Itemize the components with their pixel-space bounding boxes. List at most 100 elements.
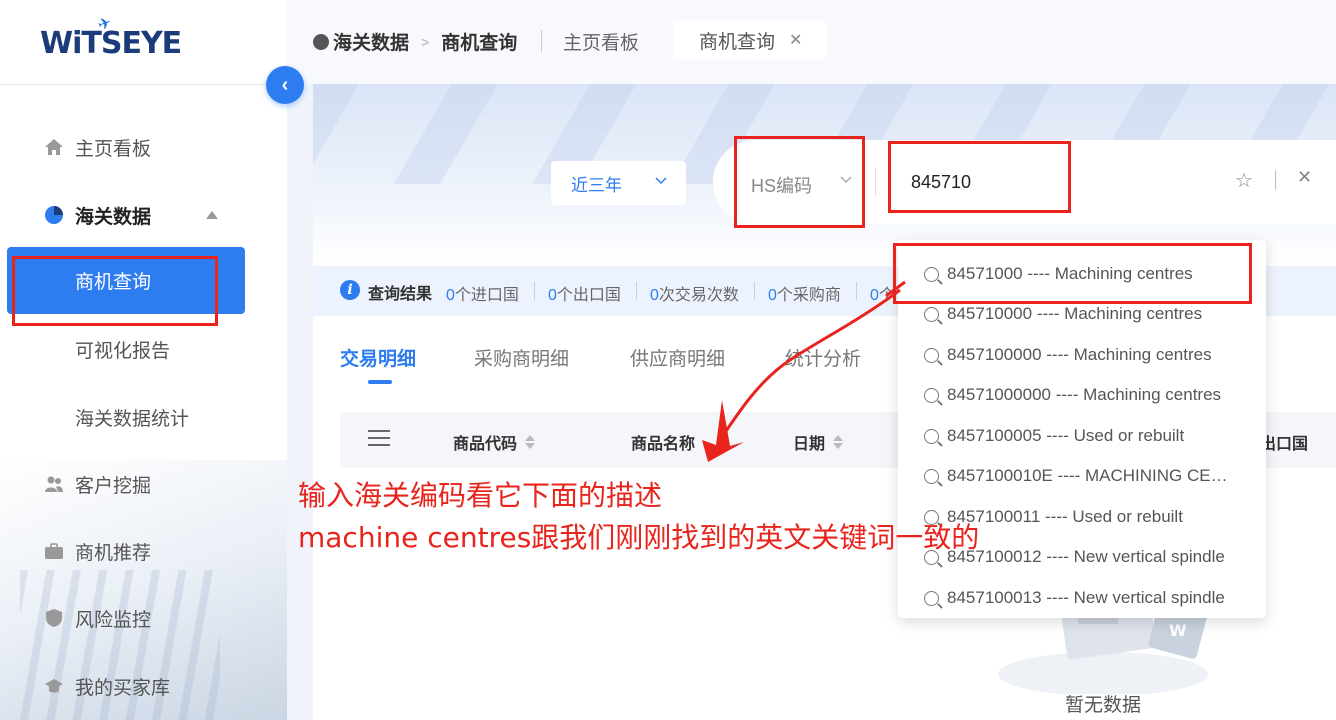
stat-suppliers: 0个 — [870, 281, 895, 305]
chevron-down-icon — [654, 173, 668, 190]
sidebar-item-dashboard[interactable]: 主页看板 — [0, 121, 287, 173]
search-icon — [924, 428, 939, 444]
suggestion-item[interactable]: 84571000000 ---- Machining centres — [898, 375, 1266, 415]
tab-opportunity-query[interactable]: 商机查询 ✕ — [673, 21, 827, 59]
stat-exporting-countries: 0个出口国 — [548, 281, 621, 305]
close-icon[interactable]: ✕ — [789, 30, 802, 50]
stat-transactions: 0次交易次数 — [650, 281, 739, 305]
sidebar-item-label: 风险监控 — [75, 609, 152, 631]
stat-importing-countries: 0个进口国 — [446, 281, 519, 305]
stat-label: 个采购商 — [776, 287, 841, 304]
column-label: 出口国 — [1260, 436, 1309, 453]
stat-number: 0 — [650, 287, 659, 304]
column-date[interactable]: 日期 — [793, 430, 844, 454]
search-icon — [924, 347, 939, 363]
graduation-cap-icon — [43, 675, 65, 697]
column-label: 商品名称 — [631, 436, 696, 453]
column-product-code[interactable]: 商品代码 — [453, 430, 536, 454]
pie-chart-icon — [43, 204, 65, 226]
svg-text:W: W — [1169, 621, 1187, 640]
breadcrumb-item: 商机查询 — [441, 33, 518, 54]
divider — [754, 282, 755, 300]
sidebar-item-opportunity-recommend[interactable]: 商机推荐 — [0, 525, 287, 577]
search-icon — [924, 306, 939, 322]
suggestion-item[interactable]: 8457100005 ---- Used or rebuilt — [898, 416, 1266, 456]
users-icon — [43, 473, 65, 495]
annotation-text-line1: 输入海关编码看它下面的描述 — [298, 479, 663, 512]
sidebar-item-visual-report[interactable]: 可视化报告 — [0, 323, 287, 375]
menu-icon[interactable] — [368, 430, 390, 448]
sidebar-item-customs-stats[interactable]: 海关数据统计 — [0, 391, 287, 443]
annotation-box-hs-type — [734, 136, 865, 228]
divider — [534, 282, 535, 300]
sidebar: WiTSEYE ✈ 主页看板 海关数据 商机查询 可视化报告 海关数据统计 客户… — [0, 0, 287, 720]
annotation-box-nav — [12, 256, 218, 326]
divider — [1275, 170, 1276, 190]
stat-label: 个进口国 — [454, 287, 519, 304]
stat-buyers: 0个采购商 — [768, 281, 841, 305]
star-icon[interactable]: ☆ — [1235, 168, 1253, 193]
sidebar-item-label: 主页看板 — [75, 138, 152, 160]
sidebar-item-label: 海关数据统计 — [75, 408, 190, 430]
empty-state-text: 暂无数据 — [1065, 695, 1142, 716]
sort-icon[interactable] — [525, 435, 536, 449]
column-export-country: 出口国 — [1260, 430, 1308, 454]
sidebar-item-label: 可视化报告 — [75, 340, 171, 362]
chevron-left-icon: ‹ — [281, 73, 289, 96]
briefcase-icon — [43, 540, 65, 562]
suggestion-item[interactable]: 8457100000 ---- Machining centres — [898, 335, 1266, 375]
stat-number: 0 — [870, 287, 879, 304]
collapse-sidebar-button[interactable]: ‹ — [266, 66, 304, 104]
shield-icon — [43, 607, 65, 629]
chevron-right-icon: > — [421, 33, 430, 50]
tab-dashboard[interactable]: 主页看板 — [563, 28, 639, 55]
sidebar-item-customs-data[interactable]: 海关数据 — [0, 189, 287, 241]
suggestion-item[interactable]: 8457100010E ---- MACHINING CENTRES — [898, 456, 1266, 496]
stat-number: 0 — [548, 287, 557, 304]
tab-buyers[interactable]: 采购商明细 — [474, 344, 569, 371]
divider — [856, 282, 857, 300]
sidebar-item-customer-mining[interactable]: 客户挖掘 — [0, 458, 287, 510]
breadcrumb-item[interactable]: 海关数据 — [333, 28, 409, 55]
annotation-text-line2: machine centres跟我们刚刚找到的英文关键词一致的 — [298, 521, 980, 554]
info-icon: i — [340, 280, 360, 300]
stat-number: 0 — [768, 287, 777, 304]
sidebar-item-risk-monitor[interactable]: 风险监控 — [0, 592, 287, 644]
caret-up-icon — [206, 211, 218, 219]
suggestion-item[interactable]: 8457100013 ---- New vertical spindle — [898, 578, 1266, 618]
stat-label: 次交易次数 — [658, 287, 739, 304]
date-range-select[interactable]: 近三年 — [551, 161, 686, 205]
annotation-box-search-input — [888, 141, 1071, 213]
column-label: 商品代码 — [453, 436, 518, 453]
annotation-box-first-suggestion — [893, 243, 1252, 304]
tab-label: 商机查询 — [699, 31, 776, 53]
search-icon — [924, 468, 939, 484]
tab-underline — [368, 380, 392, 384]
sidebar-item-label: 海关数据 — [75, 206, 152, 228]
tab-suppliers[interactable]: 供应商明细 — [630, 344, 725, 371]
top-bar: 海关数据 > 商机查询 主页看板 商机查询 ✕ — [287, 0, 1336, 84]
divider — [0, 84, 287, 85]
sidebar-item-label: 我的买家库 — [75, 677, 171, 699]
tab-transactions[interactable]: 交易明细 — [340, 344, 416, 371]
close-icon[interactable]: ✕ — [1297, 167, 1312, 188]
breadcrumb: 海关数据 > 商机查询 — [313, 28, 517, 55]
home-icon — [43, 136, 65, 158]
stat-label: 个出口国 — [556, 287, 621, 304]
sidebar-item-label: 商机推荐 — [75, 542, 152, 564]
pie-chart-icon — [313, 33, 329, 50]
sidebar-item-my-buyers[interactable]: 我的买家库 — [0, 660, 287, 712]
sidebar-item-label: 客户挖掘 — [75, 475, 152, 497]
search-icon — [924, 590, 939, 606]
stat-number: 0 — [446, 287, 455, 304]
search-icon — [924, 387, 939, 403]
divider — [636, 282, 637, 300]
results-title: 查询结果 — [368, 286, 433, 303]
logo[interactable]: WiTSEYE ✈ — [40, 14, 182, 66]
column-product-name: 商品名称 — [631, 430, 695, 454]
tab-statistics[interactable]: 统计分析 — [785, 344, 861, 371]
column-label: 日期 — [793, 436, 826, 453]
divider — [875, 168, 876, 196]
date-range-value: 近三年 — [571, 175, 622, 195]
sort-icon[interactable] — [833, 435, 844, 449]
